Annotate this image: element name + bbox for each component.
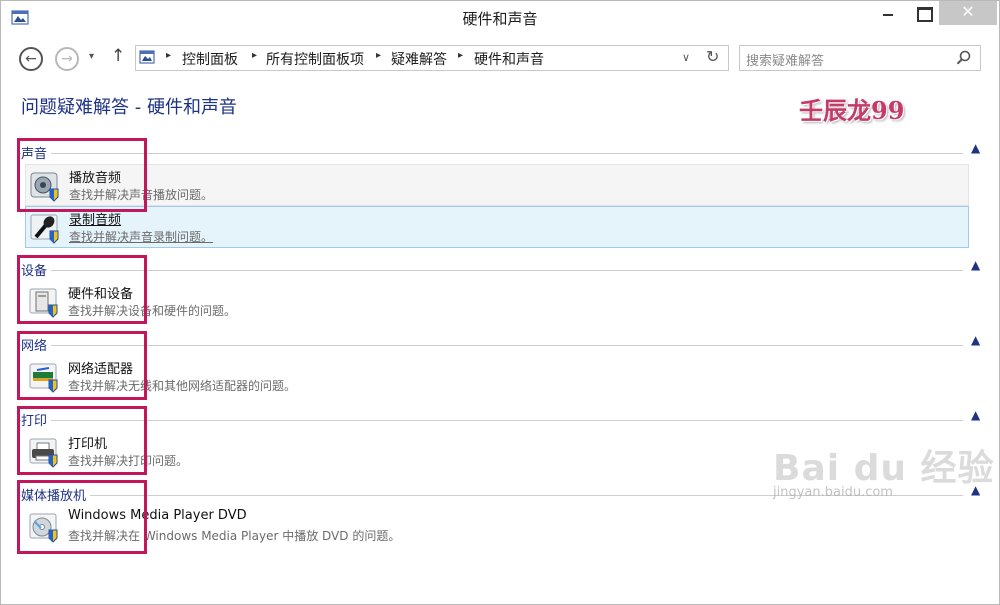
address-bar[interactable]: ▸ 控制面板 ▸ 所有控制面板项 ▸ 疑难解答 ▸ 硬件和声音 ∨ ↻ — [135, 45, 729, 71]
breadcrumb-separator: ▸ — [252, 50, 258, 61]
recent-locations-dropdown[interactable]: ▾ — [89, 51, 94, 62]
task-wmp-dvd[interactable]: Windows Media Player DVD 查找并解决在 Windows … — [25, 506, 969, 548]
title-bar: 硬件和声音 ✕ — [1, 1, 999, 35]
back-arrow-icon: ← — [25, 51, 37, 67]
navigation-bar: ← → ▾ ↑ ▸ 控制面板 ▸ 所有控制面板项 ▸ 疑难解答 ▸ 硬件和声音 … — [1, 39, 999, 79]
forward-arrow-icon: → — [61, 51, 73, 67]
microphone-icon — [30, 214, 59, 244]
annotation-highlight-box — [17, 255, 147, 324]
watermark-url: jingyan.baidu.com — [773, 485, 893, 500]
maximize-button[interactable] — [903, 1, 943, 25]
refresh-icon[interactable]: ↻ — [706, 47, 719, 66]
breadcrumb-separator: ▸ — [376, 50, 382, 61]
search-icon[interactable] — [956, 50, 972, 66]
divider — [19, 345, 963, 346]
annotation-highlight-box — [17, 406, 147, 475]
minimize-button[interactable] — [867, 1, 907, 25]
task-hardware-devices[interactable]: 硬件和设备 查找并解决设备和硬件的问题。 — [25, 281, 969, 323]
task-play-audio[interactable]: 播放音频 查找并解决声音播放问题。 — [25, 164, 969, 206]
collapse-caret-icon[interactable]: ▲ — [971, 408, 980, 422]
group-network-header: 网络 ▲ — [1, 333, 999, 355]
window-title: 硬件和声音 — [462, 10, 538, 28]
forward-button[interactable]: → — [55, 47, 79, 71]
up-button[interactable]: ↑ — [111, 46, 125, 66]
troubleshooting-window: 硬件和声音 ✕ ← → ▾ ↑ ▸ 控制面板 ▸ 所有控制面板项 ▸ 疑难解答 — [0, 0, 1000, 605]
breadcrumb-troubleshooting[interactable]: 疑难解答 — [391, 49, 447, 69]
back-button[interactable]: ← — [19, 47, 43, 71]
divider — [19, 270, 963, 271]
task-description: 查找并解决声音录制问题。 — [69, 230, 214, 244]
search-box[interactable]: 搜索疑难解答 — [739, 45, 981, 71]
annotation-highlight-box — [17, 480, 147, 554]
address-history-chevron-icon[interactable]: ∨ — [682, 51, 690, 64]
breadcrumb-hardware-sound[interactable]: 硬件和声音 — [474, 49, 544, 69]
baidu-jingyan-watermark: Bai du 经验 — [773, 448, 995, 489]
divider — [19, 420, 963, 421]
breadcrumb-all-items[interactable]: 所有控制面板项 — [266, 49, 364, 69]
content-pane: 问题疑难解答 - 硬件和声音 壬辰龙99 声音 ▲ 播放音频 查找并解决声音播放… — [1, 81, 999, 604]
breadcrumb-separator: ▸ — [166, 50, 172, 61]
group-sound-header: 声音 ▲ — [1, 141, 999, 163]
search-placeholder: 搜索疑难解答 — [746, 54, 825, 69]
close-button[interactable]: ✕ — [939, 1, 997, 25]
annotation-highlight-box — [17, 138, 147, 212]
breadcrumb-control-panel[interactable]: 控制面板 — [182, 49, 238, 69]
close-icon: ✕ — [961, 2, 975, 21]
author-watermark: 壬辰龙99 — [799, 96, 905, 125]
collapse-caret-icon[interactable]: ▲ — [971, 141, 980, 155]
divider — [19, 153, 963, 154]
annotation-highlight-box — [17, 331, 147, 400]
breadcrumb-separator: ▸ — [458, 50, 464, 61]
collapse-caret-icon[interactable]: ▲ — [971, 333, 980, 347]
collapse-caret-icon[interactable]: ▲ — [971, 258, 980, 272]
task-record-audio[interactable]: 录制音频 查找并解决声音录制问题。 — [25, 206, 969, 248]
task-network-adapter[interactable]: 网络适配器 查找并解决无线和其他网络适配器的问题。 — [25, 356, 969, 398]
control-panel-icon — [139, 50, 155, 64]
page-title: 问题疑难解答 - 硬件和声音 — [21, 97, 237, 118]
group-printing-header: 打印 ▲ — [1, 408, 999, 430]
group-devices-header: 设备 ▲ — [1, 258, 999, 280]
